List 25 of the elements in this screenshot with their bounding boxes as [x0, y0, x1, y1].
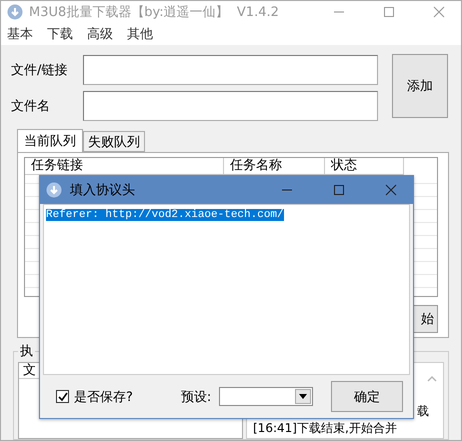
log-line: [16:41]下载结束,开始合并 [253, 420, 398, 437]
log-line: 载 [416, 403, 429, 420]
preset-label: 预设: [180, 388, 212, 406]
save-checkbox[interactable] [56, 390, 69, 403]
field-label: 文件名 [11, 98, 51, 115]
download-icon [46, 182, 62, 198]
dialog-title: 填入协议头 [70, 182, 136, 199]
input-field[interactable] [83, 91, 378, 121]
header-text: Referer: http://vod2.xiaoe-tech.com/ [46, 209, 284, 221]
header-text-area[interactable]: Referer: http://vod2.xiaoe-tech.com/ [43, 204, 410, 375]
checkbox-label: 是否保存? [74, 388, 133, 406]
tab[interactable]: 当前队列 [17, 129, 83, 152]
menu-item[interactable]: 下载 [47, 25, 73, 43]
field-label: 文件/链接 [11, 62, 68, 79]
ok-button[interactable]: 确定 [331, 381, 403, 412]
menu-item[interactable]: 基本 [7, 25, 33, 43]
window-title: M3U8批量下载器【by:逍遥一仙】 V1.4.2 [29, 4, 280, 21]
caret-icon[interactable] [295, 389, 312, 404]
input-field[interactable] [83, 55, 378, 85]
menu-item[interactable]: 高级 [87, 25, 113, 43]
add-button[interactable]: 添加 [392, 54, 448, 118]
group-title: 执 [19, 343, 34, 360]
tab[interactable]: 失败队列 [83, 131, 145, 152]
menu-item[interactable]: 其他 [127, 25, 153, 43]
download-icon [7, 4, 23, 20]
